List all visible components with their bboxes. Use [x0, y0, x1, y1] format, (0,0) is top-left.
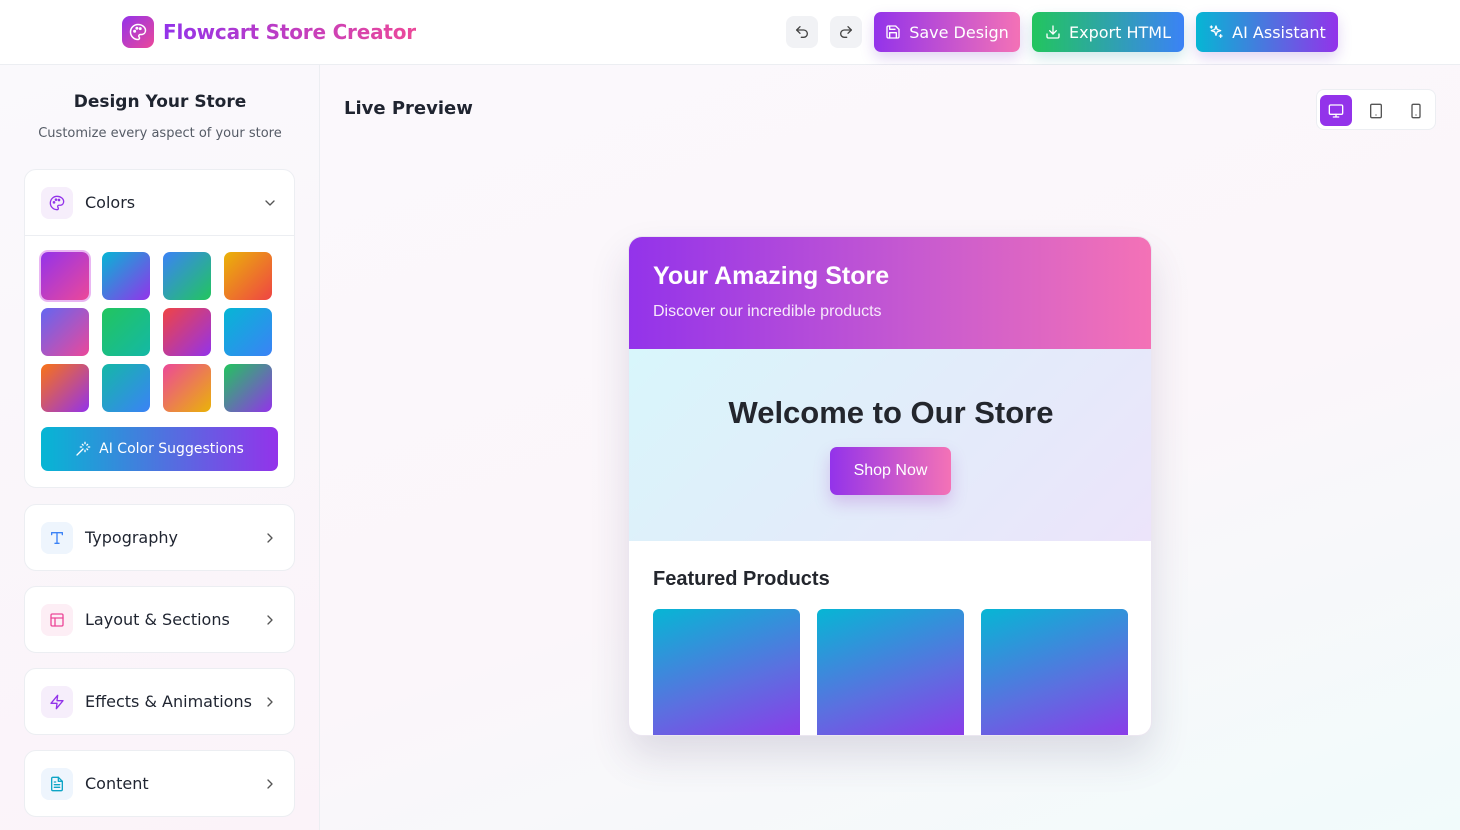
ai-color-suggestions-button[interactable]: AI Color Suggestions — [41, 427, 278, 471]
export-html-button[interactable]: Export HTML — [1032, 12, 1184, 52]
colors-section-header[interactable]: Colors — [25, 170, 294, 235]
chevron-right-icon — [262, 612, 278, 628]
typography-section-header[interactable]: Typography — [25, 505, 294, 570]
undo-icon — [796, 26, 808, 38]
effects-section-header[interactable]: Effects & Animations — [25, 669, 294, 734]
tablet-icon — [1370, 103, 1382, 118]
hero-title: Welcome to Our Store — [728, 395, 1054, 430]
chevron-right-icon — [262, 530, 278, 546]
product-card[interactable] — [653, 609, 800, 735]
ai-color-suggestions-label: AI Color Suggestions — [99, 441, 244, 457]
store-hero: Welcome to Our Store Shop Now — [629, 349, 1151, 541]
color-preset-swatch[interactable] — [41, 308, 89, 356]
mobile-view-button[interactable] — [1400, 95, 1432, 126]
product-card[interactable] — [817, 609, 964, 735]
tablet-view-button[interactable] — [1360, 95, 1392, 126]
color-preset-swatch[interactable] — [163, 364, 211, 412]
store-header: Your Amazing Store Discover our incredib… — [629, 237, 1151, 349]
design-sidebar: Design Your Store Customize every aspect… — [0, 65, 320, 830]
file-text-icon — [41, 767, 73, 800]
device-toggle — [1316, 89, 1436, 130]
color-preset-swatch[interactable] — [102, 252, 150, 300]
redo-button[interactable] — [830, 16, 862, 48]
content-section-header[interactable]: Content — [25, 751, 294, 816]
palette-icon — [122, 16, 154, 48]
color-preset-swatch[interactable] — [224, 252, 272, 300]
store-preview: Your Amazing Store Discover our incredib… — [628, 236, 1152, 736]
preview-area: Live Preview Your Amazing Store Discover… — [320, 65, 1460, 830]
effects-section: Effects & Animations — [24, 668, 295, 735]
shop-now-button[interactable]: Shop Now — [830, 447, 951, 495]
layout-section: Layout & Sections — [24, 586, 295, 653]
content-section: Content — [24, 750, 295, 817]
color-preset-swatch[interactable] — [102, 364, 150, 412]
palette-icon — [41, 186, 73, 219]
desktop-icon — [1328, 103, 1344, 118]
color-preset-swatch[interactable] — [41, 252, 89, 300]
mobile-icon — [1411, 103, 1421, 118]
colors-section-label: Colors — [85, 193, 136, 212]
content-section-label: Content — [85, 774, 149, 793]
store-name: Your Amazing Store — [653, 262, 890, 290]
redo-icon — [840, 26, 852, 38]
desktop-view-button[interactable] — [1320, 95, 1352, 126]
typography-section: Typography — [24, 504, 295, 571]
color-preset-swatch[interactable] — [224, 364, 272, 412]
chevron-down-icon — [262, 195, 278, 211]
wand-icon — [76, 441, 91, 456]
save-design-label: Save Design — [909, 22, 1009, 42]
type-icon — [41, 521, 73, 554]
sidebar-title: Design Your Store — [73, 92, 247, 112]
color-preset-swatch[interactable] — [163, 308, 211, 356]
live-preview-title: Live Preview — [344, 98, 473, 119]
sidebar-subtitle: Customize every aspect of your store — [38, 126, 282, 141]
brand[interactable]: Flowcart Store Creator — [122, 16, 416, 48]
undo-button[interactable] — [786, 16, 818, 48]
chevron-right-icon — [262, 694, 278, 710]
export-html-label: Export HTML — [1069, 22, 1171, 42]
layout-section-header[interactable]: Layout & Sections — [25, 587, 294, 652]
color-preset-swatch[interactable] — [224, 308, 272, 356]
color-preset-swatch[interactable] — [163, 252, 211, 300]
ai-assistant-label: AI Assistant — [1232, 22, 1326, 42]
save-design-button[interactable]: Save Design — [874, 12, 1020, 52]
ai-assistant-button[interactable]: AI Assistant — [1196, 12, 1338, 52]
store-tagline: Discover our incredible products — [653, 303, 882, 320]
color-presets: AI Color Suggestions — [25, 235, 294, 487]
download-icon — [1046, 25, 1060, 39]
colors-section: Colors AI Color Suggestions — [24, 169, 295, 488]
product-card[interactable] — [981, 609, 1128, 735]
color-preset-swatch[interactable] — [102, 308, 150, 356]
sparkles-icon — [1209, 25, 1223, 38]
featured-products-title: Featured Products — [653, 568, 830, 590]
typography-section-label: Typography — [85, 528, 178, 547]
top-bar: Flowcart Store Creator Save Design Expor… — [0, 0, 1460, 65]
app-title: Flowcart Store Creator — [163, 20, 416, 44]
layout-icon — [41, 603, 73, 636]
color-preset-swatch[interactable] — [41, 364, 89, 412]
save-icon — [886, 25, 900, 39]
effects-section-label: Effects & Animations — [85, 692, 252, 711]
zap-icon — [41, 685, 73, 718]
chevron-right-icon — [262, 776, 278, 792]
layout-section-label: Layout & Sections — [85, 610, 230, 629]
